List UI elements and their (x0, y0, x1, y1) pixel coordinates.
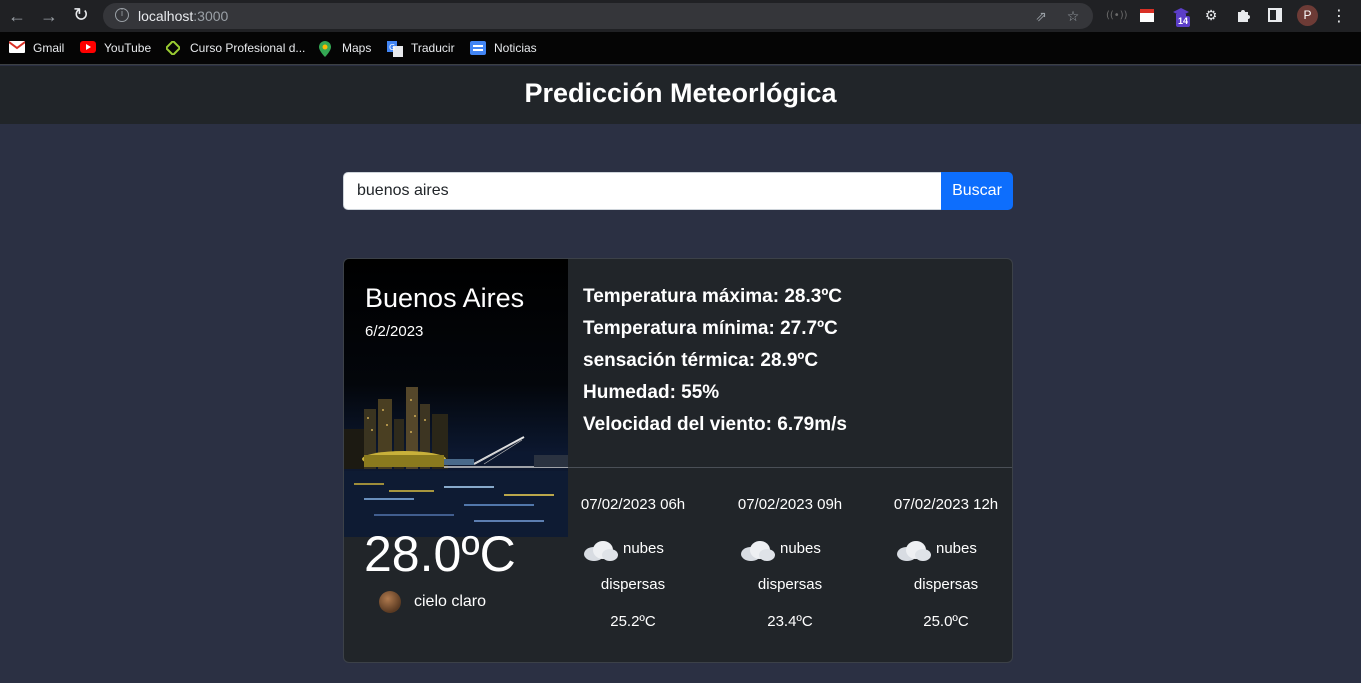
cast-extension-icon[interactable]: ((•)) (1106, 7, 1128, 25)
city-search-input[interactable] (343, 172, 942, 210)
profile-avatar[interactable]: P (1297, 5, 1318, 26)
back-arrow-icon[interactable]: ← (5, 4, 29, 28)
bookmark-youtube[interactable]: YouTube (80, 40, 151, 56)
translate-icon: G (387, 41, 403, 57)
forecast-time: 07/02/2023 12h (893, 496, 999, 513)
forecast-desc-line2: dispersas (600, 576, 666, 593)
browser-toolbar: ← → ↻ i localhost:3000 ⇗ ☆ ((•)) 14 ⚙ P … (0, 0, 1361, 32)
city-name: Buenos Aires (365, 283, 525, 313)
site-info-icon[interactable]: i (115, 8, 129, 22)
course-icon (164, 39, 182, 57)
forecast-temperature: 25.0ºC (923, 613, 969, 630)
stat-max-temp: Temperatura máxima: 28.3ºC (583, 286, 842, 307)
clear-sky-icon (379, 591, 401, 613)
calendar-extension-icon[interactable] (1138, 7, 1156, 25)
app-header: Predicción Meteorlógica (0, 66, 1361, 124)
forecast-temperature: 25.2ºC (610, 613, 656, 630)
search-button[interactable]: Buscar (941, 172, 1013, 210)
cloud-icon (897, 541, 931, 561)
address-bar[interactable]: i localhost:3000 ⇗ ☆ (103, 3, 1093, 29)
address-url: localhost:3000 (138, 8, 229, 24)
forecast-desc-line2: dispersas (757, 576, 823, 593)
forecast-desc-line2: dispersas (913, 576, 979, 593)
bookmarks-bar: Gmail YouTube Curso Profesional d... Map… (0, 32, 1361, 65)
current-weather-panel: Buenos Aires 6/2/2023 28.0ºC cielo claro (344, 259, 568, 662)
extension-badge: 14 (1176, 16, 1191, 27)
bookmark-traducir[interactable]: G Traducir (387, 40, 455, 57)
youtube-icon (80, 41, 96, 55)
share-icon[interactable]: ⇗ (1033, 9, 1049, 25)
cloud-icon (741, 541, 775, 561)
current-date: 6/2/2023 (365, 323, 424, 340)
stat-humidity: Humedad: 55% (583, 382, 720, 403)
forward-arrow-icon[interactable]: → (37, 4, 61, 28)
forecast-desc-line1: nubes (936, 540, 977, 557)
svg-text:G: G (389, 43, 395, 52)
forecast-item: 07/02/2023 12h nubes dispersas 25.0ºC (876, 495, 1012, 630)
reload-icon[interactable]: ↻ (69, 4, 93, 28)
stat-wind-speed: Velocidad del viento: 6.79m/s (583, 414, 847, 435)
bookmark-gmail[interactable]: Gmail (8, 40, 64, 56)
forecast-temperature: 23.4ºC (767, 613, 813, 630)
weather-card: Buenos Aires 6/2/2023 28.0ºC cielo claro… (343, 258, 1013, 663)
weather-stats: Temperatura máxima: 28.3ºC Temperatura m… (583, 285, 847, 445)
stat-min-temp: Temperatura mínima: 27.7ºC (583, 318, 838, 339)
gear-icon[interactable]: ⚙ (1202, 7, 1220, 25)
forecast-desc-line1: nubes (780, 540, 821, 557)
current-temperature: 28.0ºC (364, 526, 516, 582)
gmail-icon (8, 41, 26, 55)
cloud-icon (584, 541, 618, 561)
forecast-item: 07/02/2023 06h nubes dispersas 25.2ºC (563, 495, 703, 630)
bookmark-star-icon[interactable]: ☆ (1065, 9, 1081, 25)
bookmark-noticias[interactable]: Noticias (470, 40, 537, 56)
bookmark-maps[interactable]: Maps (318, 40, 371, 57)
side-panel-icon[interactable] (1266, 7, 1284, 25)
forecast-desc-line1: nubes (623, 540, 664, 557)
bookmark-course[interactable]: Curso Profesional d... (164, 39, 305, 57)
page-title: Predicción Meteorlógica (524, 78, 837, 108)
more-menu-icon[interactable]: ⋮ (1330, 7, 1348, 25)
forecast-time: 07/02/2023 06h (580, 496, 686, 513)
forecast-time: 07/02/2023 09h (737, 496, 843, 513)
news-icon (470, 41, 486, 55)
forecast-item: 07/02/2023 09h nubes dispersas 23.4ºC (720, 495, 860, 630)
maps-icon (318, 41, 334, 57)
stat-feels-like: sensación térmica: 28.9ºC (583, 350, 819, 371)
current-description: cielo claro (414, 593, 487, 610)
puzzle-extensions-icon[interactable] (1234, 7, 1252, 25)
divider (568, 467, 1012, 468)
